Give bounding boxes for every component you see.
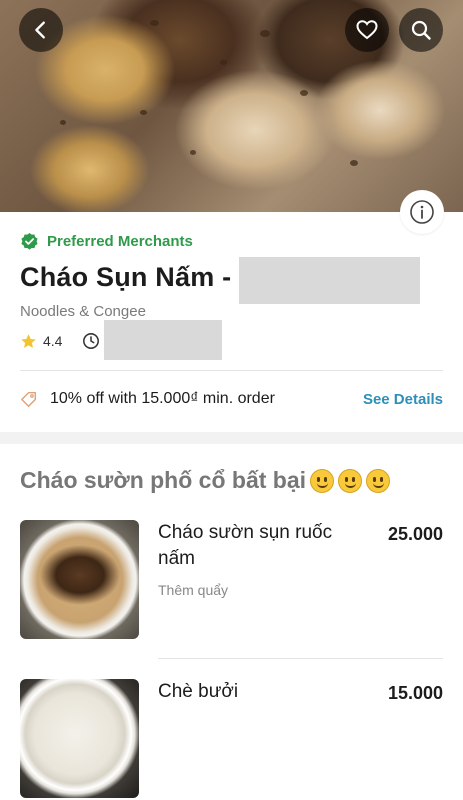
smiley-emoji-icon — [338, 468, 363, 493]
divider — [158, 658, 443, 659]
menu-item-name: Cháo sườn sụn ruốc nấm — [158, 522, 333, 569]
menu-item-name: Chè bưởi — [158, 681, 239, 702]
rating-row: 4.4 — [20, 332, 100, 350]
menu-item[interactable]: Cháo sườn sụn ruốc nấm Thêm quẩy 25.000 — [20, 520, 443, 640]
info-button[interactable] — [400, 190, 444, 234]
section-separator — [0, 432, 463, 444]
redacted-store-name — [239, 257, 420, 304]
promo-text: 10% off with 15.000₫ min. order — [50, 390, 275, 407]
heart-icon — [356, 20, 378, 40]
back-arrow-icon — [35, 21, 45, 39]
smiley-emoji-icon — [366, 468, 391, 493]
preferred-merchant-label: Preferred Merchants — [47, 233, 193, 250]
menu-item-description: Thêm quẩy — [158, 582, 229, 598]
menu-section-title: Cháo sườn phố cổ bất bại — [20, 467, 391, 494]
favorite-button[interactable] — [345, 8, 389, 52]
tag-icon — [21, 391, 37, 407]
back-button[interactable] — [19, 8, 63, 52]
smiley-emoji-icon — [310, 468, 335, 493]
menu-item-photo — [20, 679, 139, 798]
menu-section-title-text: Cháo sườn phố cổ bất bại — [20, 467, 307, 493]
rating-value: 4.4 — [43, 333, 63, 349]
store-name: Cháo Sụn Nấm - — [20, 262, 232, 292]
menu-item-photo — [20, 520, 139, 639]
redacted-delivery-time — [104, 320, 222, 360]
promo-row[interactable]: 10% off with 15.000₫ min. order See Deta… — [20, 390, 443, 408]
see-details-link[interactable]: See Details — [363, 391, 443, 408]
clock-icon — [83, 333, 100, 349]
info-icon — [410, 200, 434, 224]
menu-item[interactable]: Chè bưởi 15.000 — [20, 679, 443, 800]
search-button[interactable] — [399, 8, 443, 52]
preferred-merchant-badge: Preferred Merchants — [20, 232, 193, 251]
verified-check-icon — [21, 232, 38, 250]
search-icon — [411, 20, 431, 40]
hero-image — [0, 0, 463, 212]
menu-item-price: 25.000 — [387, 524, 443, 544]
menu-item-price: 15.000 — [387, 683, 443, 703]
star-icon — [21, 333, 36, 348]
divider — [20, 370, 443, 371]
store-category: Noodles & Congee — [20, 303, 146, 320]
